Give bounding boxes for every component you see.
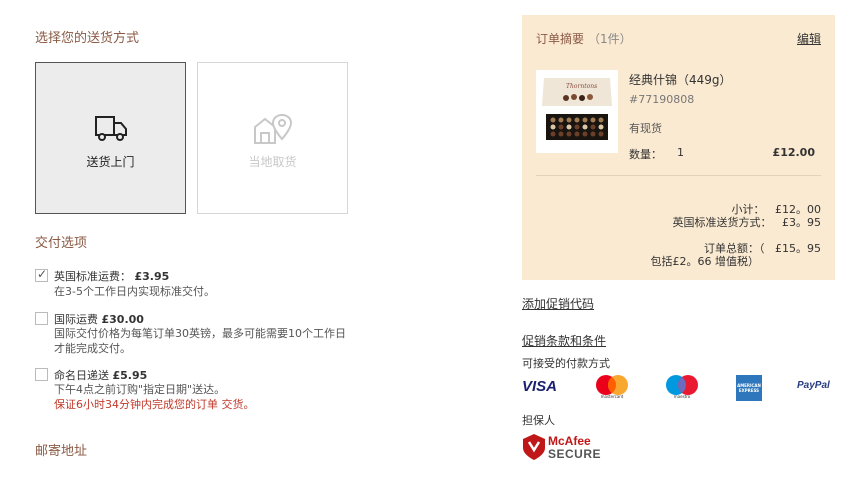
named-day-title: 命名日递送 £5.95 (54, 369, 148, 382)
named-day-desc: 下午4点之前订购"指定日期"送达。 (54, 383, 226, 396)
store-location-icon (253, 113, 292, 144)
product-qty-label: 数量： (629, 148, 662, 161)
local-pickup-label: 当地取货 (248, 155, 297, 169)
home-delivery-label: 送货上门 (86, 155, 135, 169)
product-qty: 1 (677, 146, 684, 159)
mastercard-icon: mastercard (594, 374, 630, 402)
uk-standard-desc: 在3-5个工作日内实现标准交付。 (54, 285, 215, 298)
international-title: 国际运费 £30.00 (54, 313, 144, 326)
order-summary-panel: 订单摘要 （1件） 编辑 Thorntons 经典什锦（449g） #771908 (522, 15, 835, 280)
home-delivery-option[interactable]: 送货上门 (35, 62, 186, 214)
svg-text:Thorntons: Thorntons (566, 83, 597, 90)
product-stock: 有现货 (629, 122, 662, 135)
amex-icon: AMERICAN EXPRESS (736, 375, 762, 401)
named-day-checkbox[interactable] (35, 368, 48, 381)
international-desc: 国际交付价格为每笔订单30英镑，最多可能需要10个工作日才能完成交付。 (54, 327, 346, 355)
shipping-row: 英国标准送货方式： £3。95 (672, 216, 822, 229)
product-image: Thorntons (536, 70, 618, 153)
product-name: 经典什锦（449g） (629, 73, 732, 87)
visa-icon: VISA (522, 378, 558, 395)
delivery-method-title: 选择您的送货方式 (35, 31, 140, 46)
vat-note: 包括£2。66 增值税） (650, 255, 760, 268)
guarantor-title: 担保人 (522, 414, 555, 427)
truck-icon (94, 116, 127, 141)
chocolate-box-image: Thorntons (536, 70, 618, 153)
product-sku: #77190808 (629, 93, 695, 106)
product-price: £12.00 (772, 146, 815, 159)
summary-divider (536, 175, 821, 176)
mcafee-secure-badge: McAfee SECURE (522, 433, 612, 463)
uk-standard-checkbox[interactable]: ✓ (35, 267, 48, 282)
mcafee-shield-icon (523, 434, 545, 460)
local-pickup-option[interactable]: 当地取货 (197, 62, 348, 214)
check-icon: ✓ (37, 267, 48, 281)
uk-standard-title: 英国标准运费： £3.95 (54, 270, 170, 283)
maestro-icon: maestro (664, 374, 700, 402)
named-day-warning: 保证6小时34分钟内完成您的订单 交货。 (54, 398, 255, 411)
payment-methods-title: 可接受的付款方式 (522, 357, 610, 370)
order-summary-title: 订单摘要 （1件） (536, 32, 632, 46)
postal-address-title: 邮寄地址 (35, 444, 88, 459)
delivery-options-title: 交付选项 (35, 236, 88, 251)
international-checkbox[interactable] (35, 312, 48, 325)
edit-order-link[interactable]: 编辑 (797, 30, 821, 47)
paypal-icon: PayPal (797, 380, 830, 391)
add-promo-code-link[interactable]: 添加促销代码 (522, 295, 594, 312)
promo-terms-link[interactable]: 促销条款和条件 (522, 332, 606, 349)
